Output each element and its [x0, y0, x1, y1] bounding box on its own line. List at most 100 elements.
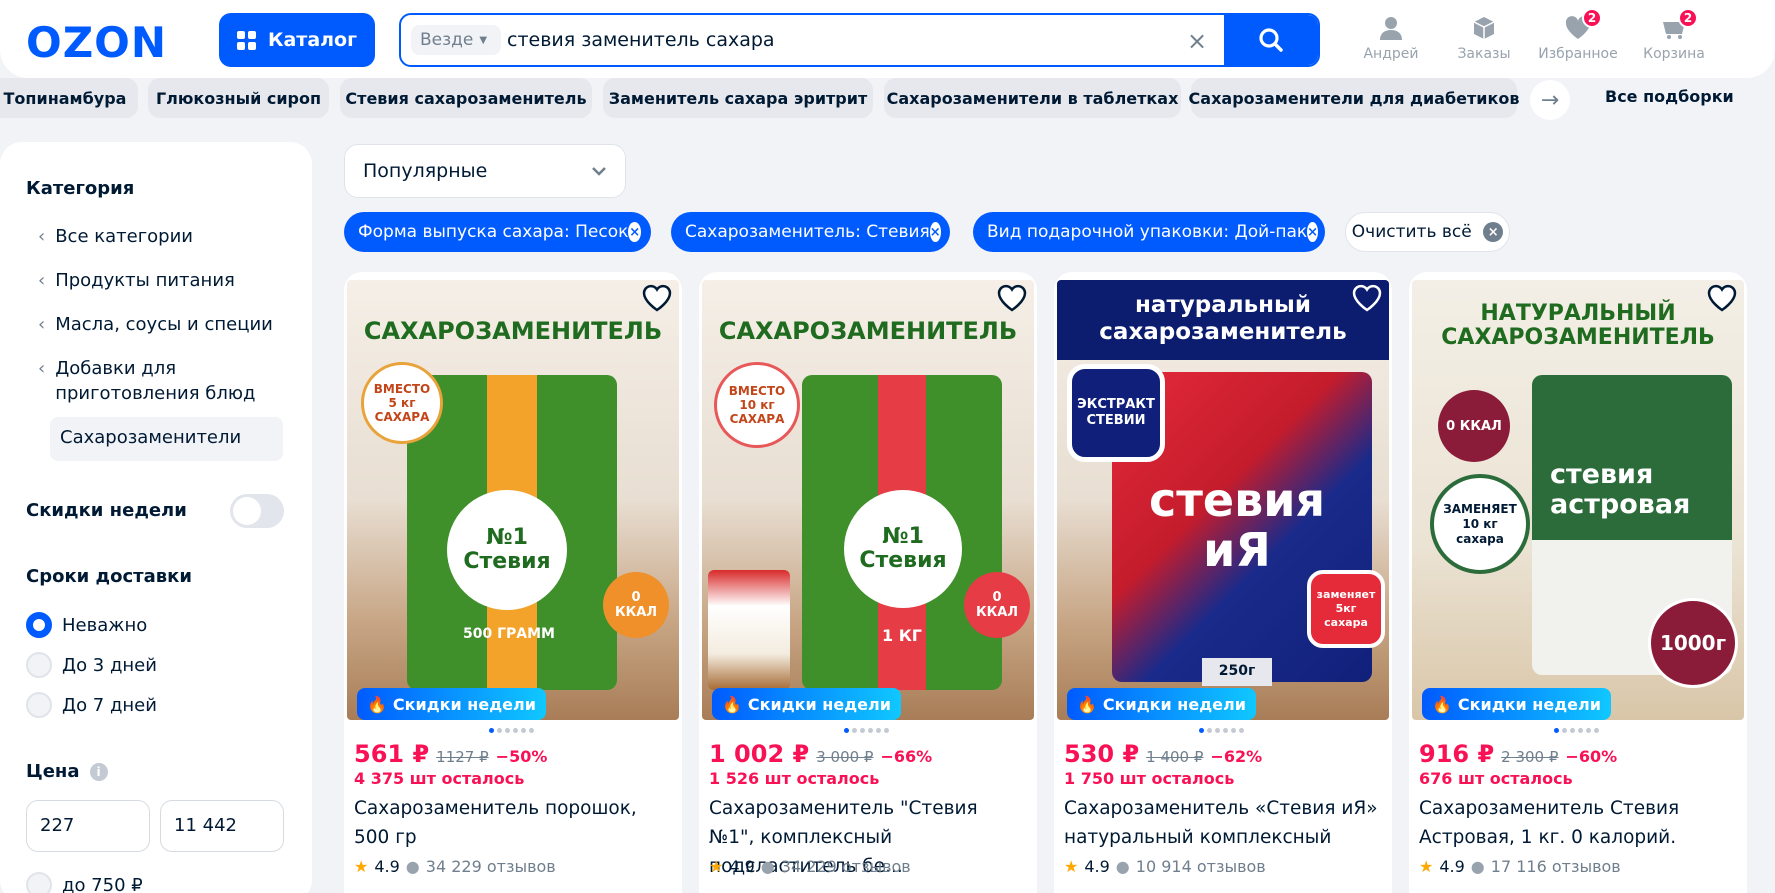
search-input[interactable]: [507, 27, 1227, 53]
favorites-count-badge: 2: [1582, 8, 1602, 28]
heart-icon: 2: [1564, 8, 1602, 42]
delivery-title: Сроки доставки: [26, 566, 192, 587]
product-card[interactable]: САХАРОЗАМЕНИТЕЛЬ №1 Стевия 1 КГ ВМЕСТО 1…: [699, 272, 1037, 893]
badge-circle: ВМЕСТО 5 кг САХАРА: [361, 362, 443, 444]
collection-tag[interactable]: Заменитель сахара эритрит: [603, 78, 873, 118]
discount: −62%: [1210, 747, 1263, 766]
delivery-option-label: До 7 дней: [62, 694, 157, 716]
clear-all-filters-button[interactable]: Очистить всё ×: [1345, 212, 1510, 252]
catalog-button[interactable]: Каталог: [219, 13, 375, 67]
product-title[interactable]: Сахарозаменитель «Стевия иЯ» натуральный…: [1064, 794, 1382, 852]
collections-row: Топинамбура Глюкозный сироп Стевия сахар…: [0, 78, 1775, 118]
product-title[interactable]: Сахарозаменитель порошок, 500 гр: [354, 794, 672, 852]
discount: −60%: [1565, 747, 1618, 766]
info-icon[interactable]: i: [89, 762, 108, 781]
product-image[interactable]: натуральный сахарозаменитель стевия иЯ 2…: [1057, 280, 1389, 720]
filters-sidebar: Категория ‹ Все категории ‹ Продукты питан…: [0, 142, 312, 893]
reviews-count[interactable]: 34 229 отзывов: [426, 857, 556, 876]
reviews-count[interactable]: 34 229 отзывов: [781, 857, 911, 876]
star-icon: ★: [1419, 857, 1434, 876]
image-pager: [844, 728, 889, 733]
image-pager: [1554, 728, 1599, 733]
comment-icon: ●: [405, 857, 420, 876]
star-icon: ★: [354, 857, 369, 876]
product-card[interactable]: НАТУРАЛЬНЫЙ САХАРОЗАМЕНИТЕЛЬ стевия астр…: [1409, 272, 1747, 893]
active-filter-chip[interactable]: Форма выпуска сахара: Песок ×: [344, 212, 651, 252]
close-icon[interactable]: ×: [628, 222, 641, 242]
header-user[interactable]: Андрей: [1351, 14, 1431, 62]
chevron-left-icon: ‹: [38, 358, 46, 379]
sort-value: Популярные: [363, 160, 488, 182]
delivery-option[interactable]: До 7 дней: [26, 692, 157, 718]
product-image[interactable]: НАТУРАЛЬНЫЙ САХАРОЗАМЕНИТЕЛЬ стевия астр…: [1412, 280, 1744, 720]
star-icon: ★: [1064, 857, 1079, 876]
filter-label: Форма выпуска сахара: Песок: [358, 222, 629, 242]
active-filter-chip[interactable]: Сахарозаменитель: Стевия ×: [671, 212, 950, 252]
search-button[interactable]: [1224, 15, 1318, 65]
product-image[interactable]: САХАРОЗАМЕНИТЕЛЬ №1 Стевия 500 ГРАММ ВМЕ…: [347, 280, 679, 720]
collection-tag[interactable]: Глюкозный сироп: [148, 78, 329, 118]
price-title-row: Цена i: [26, 761, 108, 782]
product-title[interactable]: Сахарозаменитель Стевия Астровая, 1 кг. …: [1419, 794, 1737, 852]
close-icon[interactable]: ×: [929, 222, 941, 242]
heart-icon[interactable]: [1707, 284, 1737, 312]
weekly-discount-badge: 🔥 Скидки недели: [357, 688, 546, 720]
category-link[interactable]: ‹ Все категории: [38, 224, 193, 249]
old-price: 1127 ₽: [436, 748, 489, 766]
sort-select[interactable]: Популярные: [344, 144, 626, 198]
image-pager: [1199, 728, 1244, 733]
header-cart[interactable]: 2 Корзина: [1634, 8, 1714, 62]
favorites-label: Избранное: [1538, 46, 1618, 62]
heart-icon[interactable]: [642, 284, 672, 312]
product-image[interactable]: САХАРОЗАМЕНИТЕЛЬ №1 Стевия 1 КГ ВМЕСТО 1…: [702, 280, 1034, 720]
category-link[interactable]: ‹ Добавки для приготовления блюд: [38, 356, 268, 406]
close-icon[interactable]: ×: [1307, 222, 1319, 242]
header-orders[interactable]: Заказы: [1444, 14, 1524, 62]
price-option[interactable]: до 750 ₽: [26, 872, 143, 893]
product-image-heading: САХАРОЗАМЕНИТЕЛЬ: [363, 317, 663, 345]
category-label: Все категории: [55, 226, 193, 247]
arrow-right-icon[interactable]: →: [1530, 80, 1570, 120]
header-favorites[interactable]: 2 Избранное: [1538, 8, 1618, 62]
price-to-input[interactable]: 11 442: [160, 800, 284, 852]
delivery-option[interactable]: Неважно: [26, 612, 147, 638]
product-image-heading: НАТУРАЛЬНЫЙ САХАРОЗАМЕНИТЕЛЬ: [1441, 301, 1715, 350]
active-filter-chip[interactable]: Вид подарочной упаковки: Дой-пак ×: [973, 212, 1325, 252]
collection-tag[interactable]: Сахарозаменители в таблетках: [884, 78, 1181, 118]
rating-value: 4.9: [1439, 857, 1465, 876]
old-price: 2 300 ₽: [1501, 748, 1559, 766]
price-from-input[interactable]: 227: [26, 800, 150, 852]
ozon-logo[interactable]: OZON: [26, 18, 167, 67]
collection-tag[interactable]: Топинамбура: [0, 78, 138, 118]
heart-icon[interactable]: [1352, 284, 1382, 312]
category-label: Добавки для приготовления блюд: [55, 358, 256, 404]
delivery-option[interactable]: До 3 дней: [26, 652, 157, 678]
search-icon: [1259, 28, 1283, 52]
package-weight: 250г: [1202, 658, 1272, 686]
category-link[interactable]: ‹ Продукты питания: [38, 268, 235, 293]
reviews-count[interactable]: 17 116 отзывов: [1491, 857, 1621, 876]
product-card[interactable]: натуральный сахарозаменитель стевия иЯ 2…: [1054, 272, 1392, 893]
weekly-discounts-toggle[interactable]: [230, 494, 284, 528]
search-scope-select[interactable]: Везде ▼: [411, 25, 501, 55]
package-label: №1 Стевия: [447, 490, 567, 610]
reviews-count[interactable]: 10 914 отзывов: [1136, 857, 1266, 876]
filter-label: Сахарозаменитель: Стевия: [685, 222, 930, 242]
stock-left: 1 526 шт осталось: [709, 769, 880, 788]
clear-search-icon[interactable]: ×: [1187, 27, 1207, 55]
chevron-left-icon: ‹: [38, 226, 46, 247]
category-link[interactable]: ‹ Масла, соусы и специи: [38, 312, 273, 337]
clear-all-label: Очистить всё: [1351, 222, 1472, 242]
stock-left: 1 750 шт осталось: [1064, 769, 1235, 788]
current-category[interactable]: Сахарозаменители: [50, 417, 283, 461]
all-collections-link[interactable]: Все подборки: [1605, 87, 1734, 106]
collection-tag[interactable]: Сахарозаменители для диабетиков: [1189, 78, 1519, 118]
product-card[interactable]: САХАРОЗАМЕНИТЕЛЬ №1 Стевия 500 ГРАММ ВМЕ…: [344, 272, 682, 893]
user-label: Андрей: [1363, 46, 1419, 62]
package-label: №1 Стевия: [844, 490, 962, 608]
header: OZON Каталог Везде ▼ × Андрей Заказы 2 И…: [0, 0, 1775, 78]
collection-tag[interactable]: Стевия сахарозаменитель: [340, 78, 592, 118]
heart-icon[interactable]: [997, 284, 1027, 312]
product-price: 530 ₽ 1 400 ₽ −62%: [1064, 740, 1262, 768]
grid-icon: [236, 30, 256, 50]
